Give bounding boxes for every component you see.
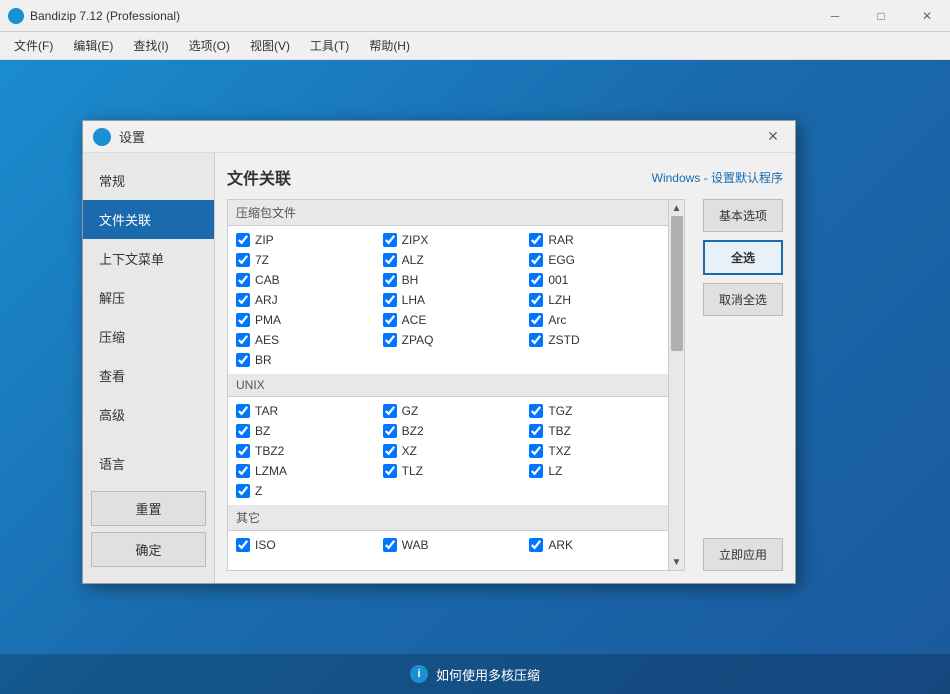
check-item-bh[interactable]: BH — [375, 270, 522, 290]
check-item-bz2[interactable]: BZ2 — [375, 421, 522, 441]
check-item-arj[interactable]: ARJ — [228, 290, 375, 310]
windows-default-link[interactable]: Windows - 设置默认程序 — [652, 169, 783, 186]
menu-file[interactable]: 文件(F) — [4, 33, 63, 58]
sidebar-item-context-menu[interactable]: 上下文菜单 — [83, 239, 214, 278]
app-titlebar: Bandizip 7.12 (Professional) ─ □ ✕ — [0, 0, 950, 32]
scrollbar[interactable]: ▲ ▼ — [668, 200, 684, 570]
scroll-track[interactable] — [669, 216, 685, 554]
check-item-zip[interactable]: ZIP — [228, 230, 375, 250]
menu-find[interactable]: 查找(I) — [123, 33, 178, 58]
sidebar-item-extract[interactable]: 解压 — [83, 278, 214, 317]
check-item-xz[interactable]: XZ — [375, 441, 522, 461]
dialog-title: 设置 — [119, 127, 145, 146]
check-item-gz[interactable]: GZ — [375, 401, 522, 421]
check-item-tgz[interactable]: TGZ — [521, 401, 668, 421]
check-item-rar[interactable]: RAR — [521, 230, 668, 250]
dialog-body: 常规 文件关联 上下文菜单 解压 压缩 查看 高级 语言 重置 确定 文件关联 … — [83, 153, 795, 583]
check-item-tlz[interactable]: TLZ — [375, 461, 522, 481]
bottom-bar: i 如何使用多核压缩 — [0, 654, 950, 694]
scroll-up-button[interactable]: ▲ — [669, 200, 685, 216]
close-button[interactable]: ✕ — [904, 0, 950, 32]
main-content: 文件关联 Windows - 设置默认程序 压缩包文件 ZIP ZIPX RAR… — [215, 153, 795, 583]
section-title: 文件关联 — [227, 165, 291, 189]
menu-options[interactable]: 选项(O) — [179, 33, 240, 58]
check-item-lzh[interactable]: LZH — [521, 290, 668, 310]
check-item-br[interactable]: BR — [228, 350, 375, 370]
check-item-bz[interactable]: BZ — [228, 421, 375, 441]
sidebar-button-area: 重置 确定 — [83, 483, 214, 575]
check-item-lz[interactable]: LZ — [521, 461, 668, 481]
check-item-tar[interactable]: TAR — [228, 401, 375, 421]
check-item-z[interactable]: Z — [228, 481, 375, 501]
menu-edit[interactable]: 编辑(E) — [63, 33, 123, 58]
check-item-wab[interactable]: WAB — [375, 535, 522, 555]
check-item-egg[interactable]: EGG — [521, 250, 668, 270]
deselect-all-button[interactable]: 取消全选 — [703, 283, 783, 316]
other-items-grid: ISO WAB ARK — [228, 531, 668, 559]
check-item-alz[interactable]: ALZ — [375, 250, 522, 270]
check-item-zipx[interactable]: ZIPX — [375, 230, 522, 250]
ok-button[interactable]: 确定 — [91, 532, 206, 567]
section-other-header: 其它 — [228, 505, 668, 531]
compressed-items-grid: ZIP ZIPX RAR 7Z ALZ EGG CAB BH 001 ARJ L… — [228, 226, 668, 374]
check-item-arc[interactable]: Arc — [521, 310, 668, 330]
section-compressed-header: 压缩包文件 — [228, 200, 668, 226]
apply-button[interactable]: 立即应用 — [703, 538, 783, 571]
check-item-tbz2[interactable]: TBZ2 — [228, 441, 375, 461]
basic-options-button[interactable]: 基本选项 — [703, 199, 783, 232]
section-unix-header: UNIX — [228, 374, 668, 397]
menubar: 文件(F) 编辑(E) 查找(I) 选项(O) 视图(V) 工具(T) 帮助(H… — [0, 32, 950, 60]
main-header: 文件关联 Windows - 设置默认程序 — [227, 165, 783, 189]
menu-tools[interactable]: 工具(T) — [300, 33, 359, 58]
titlebar-controls: ─ □ ✕ — [812, 0, 950, 32]
file-list: 压缩包文件 ZIP ZIPX RAR 7Z ALZ EGG CAB BH 001… — [228, 200, 668, 570]
dialog-titlebar: 设置 ✕ — [83, 121, 795, 153]
right-panel: 基本选项 全选 取消全选 立即应用 — [693, 199, 783, 571]
minimize-button[interactable]: ─ — [812, 0, 858, 32]
maximize-button[interactable]: □ — [858, 0, 904, 32]
check-item-txz[interactable]: TXZ — [521, 441, 668, 461]
scroll-down-button[interactable]: ▼ — [669, 554, 685, 570]
file-list-container: 压缩包文件 ZIP ZIPX RAR 7Z ALZ EGG CAB BH 001… — [227, 199, 685, 571]
check-item-cab[interactable]: CAB — [228, 270, 375, 290]
check-item-7z[interactable]: 7Z — [228, 250, 375, 270]
check-item-tbz[interactable]: TBZ — [521, 421, 668, 441]
app-title: Bandizip 7.12 (Professional) — [30, 9, 180, 23]
check-item-ace[interactable]: ACE — [375, 310, 522, 330]
check-item-zpaq[interactable]: ZPAQ — [375, 330, 522, 350]
sidebar-item-general[interactable]: 常规 — [83, 161, 214, 200]
info-icon: i — [410, 665, 428, 683]
unix-items-grid: TAR GZ TGZ BZ BZ2 TBZ TBZ2 XZ TXZ LZMA T… — [228, 397, 668, 505]
check-item-001[interactable]: 001 — [521, 270, 668, 290]
check-item-lzma[interactable]: LZMA — [228, 461, 375, 481]
check-item-zstd[interactable]: ZSTD — [521, 330, 668, 350]
sidebar-item-file-assoc[interactable]: 文件关联 — [83, 200, 214, 239]
settings-dialog: 设置 ✕ 常规 文件关联 上下文菜单 解压 压缩 查看 高级 语言 重置 确定 … — [82, 120, 796, 584]
bottom-bar-text: 如何使用多核压缩 — [436, 665, 540, 684]
check-item-lha[interactable]: LHA — [375, 290, 522, 310]
select-all-button[interactable]: 全选 — [703, 240, 783, 275]
dialog-icon — [93, 128, 111, 146]
check-item-ark[interactable]: ARK — [521, 535, 668, 555]
sidebar-item-language[interactable]: 语言 — [83, 444, 214, 483]
menu-view[interactable]: 视图(V) — [240, 33, 300, 58]
sidebar-item-compress[interactable]: 压缩 — [83, 317, 214, 356]
app-icon — [8, 8, 24, 24]
reset-button[interactable]: 重置 — [91, 491, 206, 526]
sidebar-item-view[interactable]: 查看 — [83, 356, 214, 395]
check-item-pma[interactable]: PMA — [228, 310, 375, 330]
scroll-thumb[interactable] — [671, 216, 683, 351]
settings-sidebar: 常规 文件关联 上下文菜单 解压 压缩 查看 高级 语言 重置 确定 — [83, 153, 215, 583]
check-item-iso[interactable]: ISO — [228, 535, 375, 555]
menu-help[interactable]: 帮助(H) — [359, 33, 420, 58]
sidebar-item-advanced[interactable]: 高级 — [83, 395, 214, 434]
dialog-close-button[interactable]: ✕ — [761, 125, 785, 149]
check-item-aes[interactable]: AES — [228, 330, 375, 350]
